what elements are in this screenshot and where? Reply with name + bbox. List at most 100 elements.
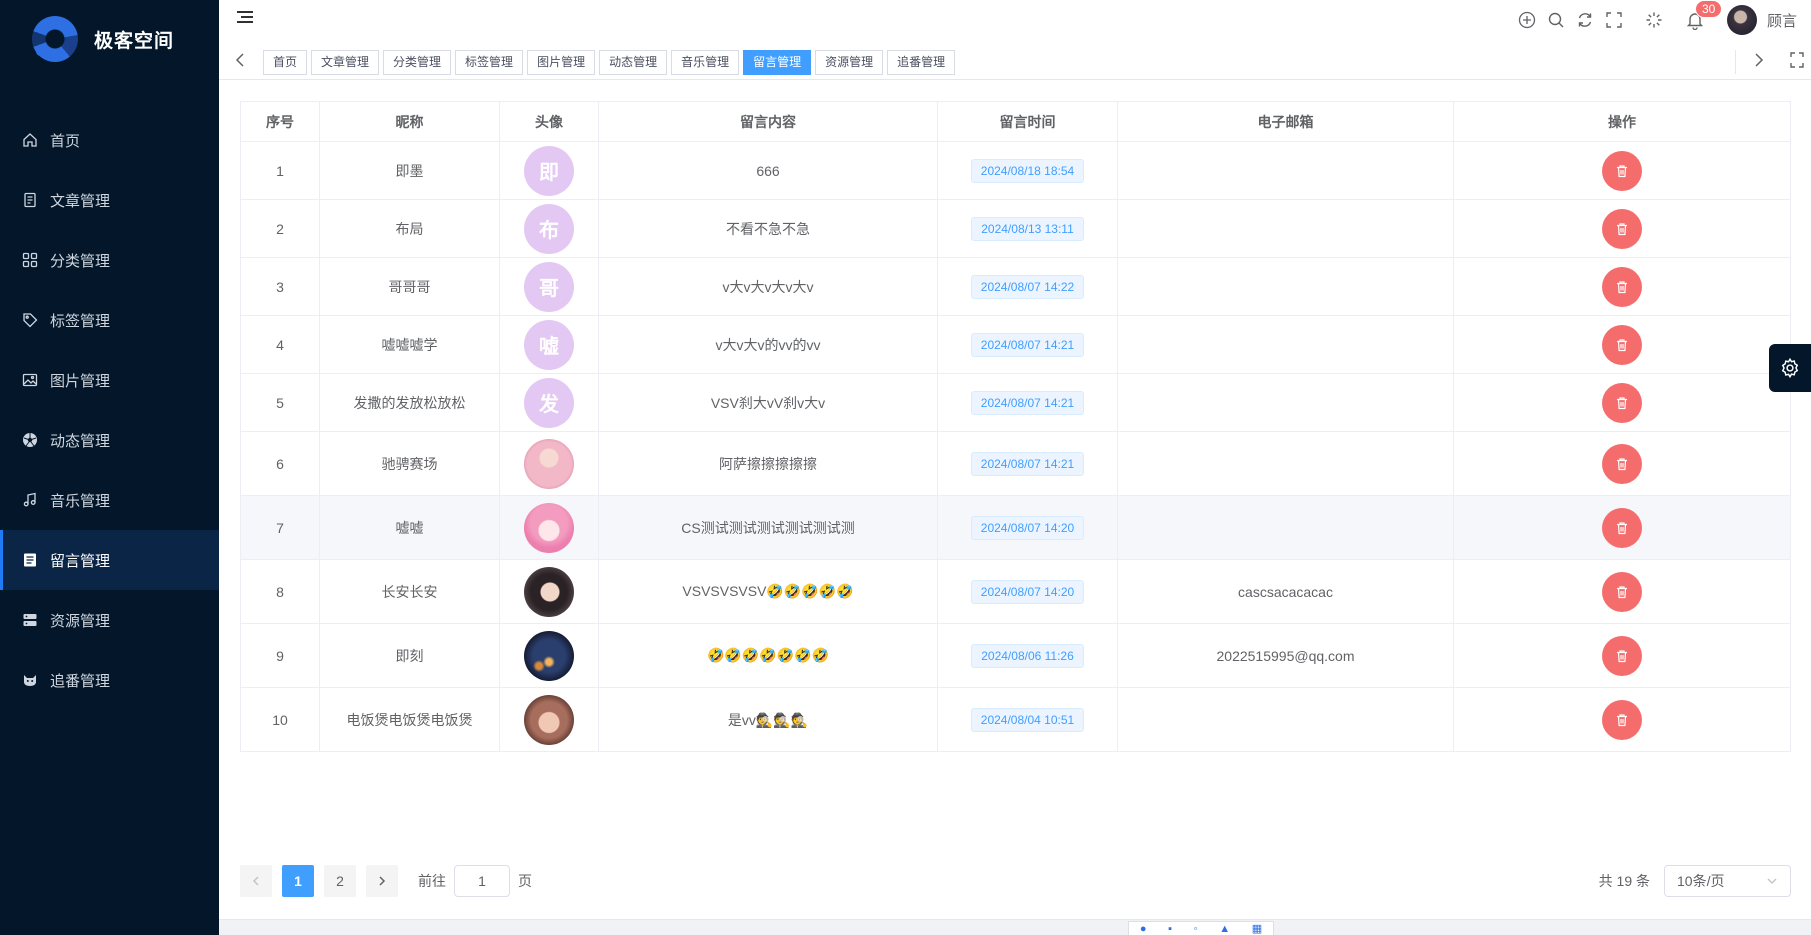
sidebar-item-label: 分类管理 — [50, 252, 111, 270]
avatar — [524, 630, 574, 681]
cell-nickname: 即墨 — [319, 141, 500, 200]
next-page-button[interactable] — [366, 865, 398, 897]
cell-avatar — [499, 623, 599, 688]
time-tag: 2024/08/07 14:20 — [970, 579, 1085, 604]
tab-messages[interactable]: 留言管理 — [743, 50, 812, 75]
sidebar-item-tags[interactable]: 标签管理 — [0, 290, 219, 350]
goto-page-input[interactable] — [454, 865, 510, 897]
page-2-button[interactable]: 2 — [324, 865, 356, 897]
tab-anime[interactable]: 追番管理 — [887, 50, 956, 75]
avatar: 发 — [524, 377, 574, 428]
settings-button[interactable] — [1769, 344, 1811, 392]
cell-content: VSV刹大vV刹v大v — [598, 373, 938, 432]
avatar — [524, 694, 574, 745]
sidebar-item-label: 资源管理 — [50, 612, 111, 630]
message-table: 序号 昵称 头像 留言内容 留言时间 电子邮箱 操作 1 即墨 即 666 20… — [240, 101, 1791, 752]
tab-images[interactable]: 图片管理 — [527, 50, 596, 75]
delete-button[interactable] — [1602, 507, 1642, 548]
cell-nickname: 发撒的发放松放松 — [319, 373, 500, 432]
sidebar-item-images[interactable]: 图片管理 — [0, 350, 219, 410]
sidebar-item-resources[interactable]: 资源管理 — [0, 590, 219, 650]
cell-nickname: 布局 — [319, 199, 500, 258]
tab-tags[interactable]: 标签管理 — [455, 50, 524, 75]
cell-nickname: 哥哥哥 — [319, 257, 500, 316]
cell-avatar: 发 — [499, 373, 599, 432]
time-tag: 2024/08/07 14:21 — [970, 451, 1085, 476]
delete-button[interactable] — [1602, 266, 1642, 307]
delete-button[interactable] — [1602, 699, 1642, 740]
table-row: 8 长安长安 VSVSVSVSV🤣🤣🤣🤣🤣 2024/08/07 14:20 c… — [240, 559, 1791, 624]
cell-content: 🤣🤣🤣🤣🤣🤣🤣 — [598, 623, 938, 688]
delete-button[interactable] — [1602, 443, 1642, 484]
prev-page-button[interactable] — [240, 865, 272, 897]
cell-avatar — [499, 431, 599, 496]
add-circle-icon[interactable] — [1518, 11, 1536, 29]
delete-button[interactable] — [1602, 382, 1642, 423]
delete-button[interactable] — [1602, 324, 1642, 365]
tab-articles[interactable]: 文章管理 — [311, 50, 380, 75]
user-avatar[interactable] — [1726, 5, 1757, 35]
cell-actions — [1453, 141, 1791, 200]
sidebar-item-messages[interactable]: 留言管理 — [0, 530, 219, 590]
tab-moments[interactable]: 动态管理 — [599, 50, 668, 75]
expand-icon[interactable] — [1789, 51, 1805, 69]
time-tag: 2024/08/18 18:54 — [970, 158, 1085, 183]
sidebar-item-articles[interactable]: 文章管理 — [0, 170, 219, 230]
tab-resources[interactable]: 资源管理 — [815, 50, 884, 75]
sidebar-item-music[interactable]: 音乐管理 — [0, 470, 219, 530]
col-header-index: 序号 — [240, 101, 320, 142]
cell-nickname: 嘘嘘 — [319, 495, 500, 560]
delete-button[interactable] — [1602, 635, 1642, 676]
cell-avatar: 嘘 — [499, 315, 599, 374]
tab-categories[interactable]: 分类管理 — [383, 50, 452, 75]
user-name[interactable]: 顾言 — [1767, 10, 1797, 31]
sidebar-item-home[interactable]: 首页 — [0, 110, 219, 170]
page-1-button[interactable]: 1 — [282, 865, 314, 897]
sidebar-item-label: 音乐管理 — [50, 492, 111, 510]
delete-button[interactable] — [1602, 571, 1642, 612]
pagination: 1 2 前往 页 — [240, 865, 532, 897]
sidebar-item-anime[interactable]: 追番管理 — [0, 650, 219, 710]
sidebar-item-moments[interactable]: 动态管理 — [0, 410, 219, 470]
search-icon[interactable] — [1547, 11, 1565, 29]
cell-time: 2024/08/06 11:26 — [937, 623, 1118, 688]
cell-time: 2024/08/13 13:11 — [937, 199, 1118, 258]
loading-icon[interactable] — [1645, 11, 1663, 29]
brand[interactable]: 极客空间 — [0, 0, 219, 78]
table-row: 2 布局 布 不看不急不急 2024/08/13 13:11 — [240, 199, 1791, 258]
cell-email — [1117, 431, 1454, 496]
sidebar-item-label: 图片管理 — [50, 372, 111, 390]
cell-nickname: 即刻 — [319, 623, 500, 688]
chevron-left-icon[interactable] — [233, 51, 249, 69]
ime-grid-icon: ▦ — [1251, 923, 1263, 935]
document-icon — [22, 192, 38, 208]
cell-index: 7 — [240, 495, 320, 560]
brand-name: 极客空间 — [94, 30, 175, 52]
sidebar-item-categories[interactable]: 分类管理 — [0, 230, 219, 290]
avatar — [524, 438, 574, 489]
cell-content: 阿萨擦擦擦擦擦 — [598, 431, 938, 496]
cell-actions — [1453, 373, 1791, 432]
sidebar-item-label: 留言管理 — [50, 552, 111, 570]
cell-content: VSVSVSVSV🤣🤣🤣🤣🤣 — [598, 559, 938, 624]
tags-view-bar: 首页 文章管理 分类管理 标签管理 图片管理 动态管理 音乐管理 留言管理 资源… — [219, 42, 1811, 80]
cell-email — [1117, 687, 1454, 752]
page-size-select[interactable]: 10条/页 — [1664, 865, 1791, 897]
delete-button[interactable] — [1602, 208, 1642, 249]
cell-nickname: 驰骋赛场 — [319, 431, 500, 496]
total-count: 共 19 条 — [1598, 873, 1650, 889]
time-tag: 2024/08/06 11:26 — [971, 643, 1084, 668]
delete-button[interactable] — [1602, 150, 1642, 191]
refresh-icon[interactable] — [1576, 11, 1594, 29]
table-row: 3 哥哥哥 哥 v大v大v大v大v 2024/08/07 14:22 — [240, 257, 1791, 316]
pagination-right: 共 19 条 10条/页 — [1599, 865, 1791, 897]
collapse-menu-icon[interactable] — [237, 11, 255, 27]
input-method-bar[interactable]: ● ▪ ◦ ▲ ▦ — [1128, 921, 1274, 935]
fullscreen-icon[interactable] — [1605, 11, 1623, 29]
cell-actions — [1453, 687, 1791, 752]
tab-music[interactable]: 音乐管理 — [671, 50, 740, 75]
music-icon — [22, 492, 38, 508]
chevron-right-icon[interactable] — [1750, 51, 1766, 69]
notification-bell[interactable]: 30 — [1685, 0, 1723, 31]
tab-home[interactable]: 首页 — [263, 50, 308, 75]
